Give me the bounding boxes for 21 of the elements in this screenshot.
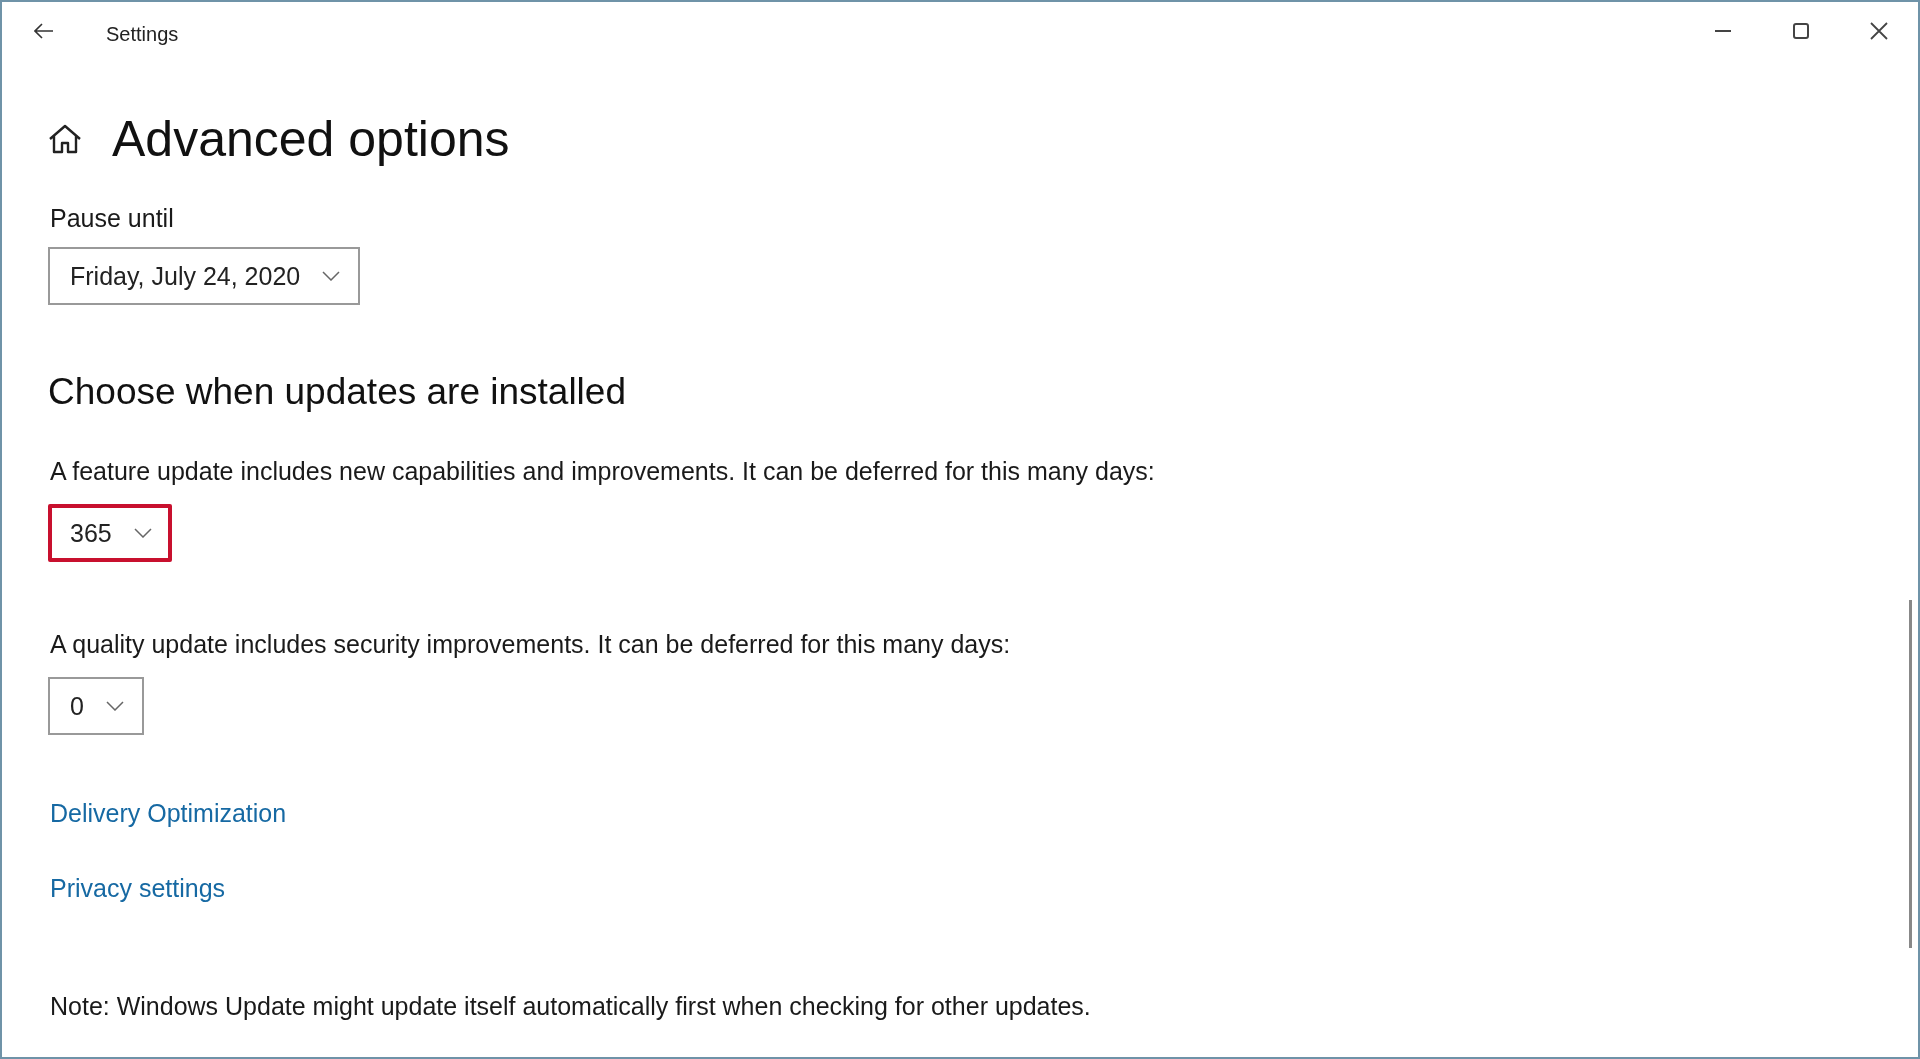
home-icon — [48, 124, 82, 154]
dropdown[interactable]: 365 — [48, 504, 172, 562]
dropdown[interactable]: 0 — [48, 677, 144, 735]
window-title: Settings — [106, 22, 179, 46]
link[interactable]: Privacy settings — [50, 874, 226, 903]
description-text: A quality update includes security improvements. It can be deferred for this many days: — [50, 630, 1012, 659]
chevron-down-icon — [105, 701, 124, 711]
link[interactable]: Delivery Optimization — [50, 799, 287, 828]
maximize-icon — [1793, 23, 1809, 39]
description-text: A feature update includes new capabilities and improvements. It can be deferred for this many days: — [50, 457, 1156, 486]
section-heading: Choose when updates are installed — [48, 371, 627, 413]
close-icon — [1870, 22, 1888, 40]
chevron-down-icon — [133, 528, 152, 538]
minimize-icon — [1715, 30, 1731, 32]
scrollbar[interactable] — [1909, 600, 1912, 948]
dropdown[interactable]: Friday, July 24, 2020 — [48, 247, 361, 305]
chevron-down-icon — [322, 271, 341, 281]
note-text: Note: Windows Update might update itself automatically first when checking for other updates. — [50, 992, 1092, 1021]
page-title: Advanced options — [112, 110, 510, 168]
back-arrow-icon — [34, 23, 54, 39]
field-label: Pause until — [50, 204, 175, 233]
